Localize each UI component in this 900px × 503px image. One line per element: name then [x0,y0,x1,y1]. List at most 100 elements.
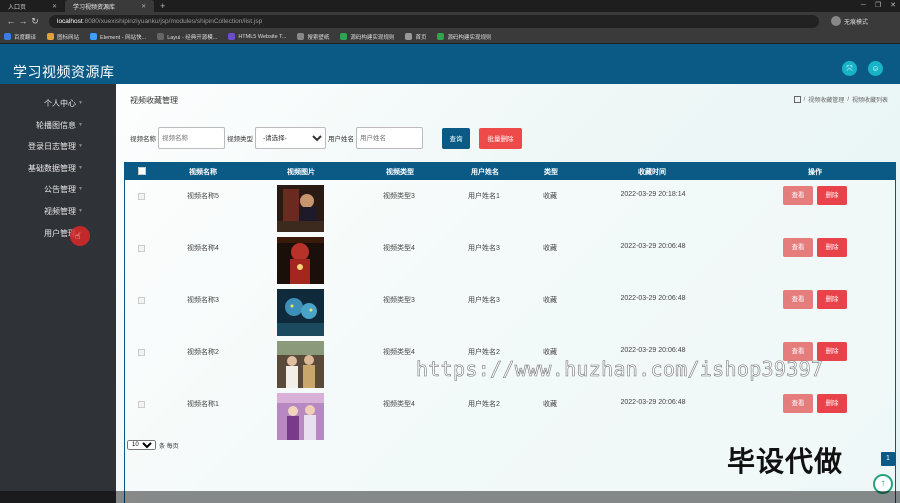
url-path: :8080/xuexishipinziyuanku/jsp/modules/sh… [82,17,263,25]
bookmark-item[interactable]: Element - 网站快... [90,33,146,41]
video-type-select[interactable]: -请选择- [255,127,326,149]
profile-badge[interactable]: 无痕模式 [831,16,868,26]
column-header: 类型 [544,169,558,176]
fullscreen-icon[interactable]: ⤧ [842,61,857,76]
batch-delete-button[interactable]: 批量删除 [479,127,522,149]
per-page-label: 条 每页 [159,443,179,450]
browser-tab[interactable]: 入口页 ✕ [0,0,65,12]
view-button[interactable]: 查看 [783,290,813,309]
bookmark-icon [297,33,305,40]
breadcrumb-item[interactable]: 视频收藏管理 [808,95,844,104]
bookmark-icon [4,33,11,40]
chevron-down-icon: ▼ [78,186,83,192]
back-icon[interactable]: ← [5,16,17,26]
video-type-cell: 视频类型3 [383,193,415,200]
reload-icon[interactable]: ↻ [29,16,41,27]
bookmark-item[interactable]: 源码构建实现规则 [437,33,491,41]
url-field[interactable]: localhost:8080/xuexishipinziyuanku/jsp/m… [49,14,819,28]
chevron-down-icon: ▼ [78,122,83,128]
bookmark-item[interactable]: 源码构建实现规则 [340,33,394,41]
query-button[interactable]: 查询 [442,127,470,149]
video-thumbnail [277,393,324,440]
close-icon[interactable]: ✕ [52,3,57,10]
view-button[interactable]: 查看 [783,238,813,257]
page-number-button[interactable]: 1 [881,452,895,466]
table-row: 视频名称4 视频类型4 用户姓名3 收藏 2022-03-29 20:06:48… [125,235,895,287]
select-all-checkbox[interactable] [138,167,146,175]
table-row: 视频名称3 视频类型3 用户姓名3 收藏 2022-03-29 20:06:48… [125,287,895,339]
delete-button[interactable]: 删除 [817,290,847,309]
video-thumbnail [277,289,324,336]
user-name-cell: 用户姓名2 [468,349,500,356]
home-icon[interactable] [793,96,801,103]
delete-button[interactable]: 删除 [817,238,847,257]
bookmark-icon [90,33,98,40]
user-name-input[interactable] [356,127,423,149]
close-icon[interactable]: ✕ [141,3,146,10]
breadcrumb-item: 视频收藏列表 [851,98,888,104]
row-checkbox[interactable] [138,401,145,408]
view-button[interactable]: 查看 [783,394,813,413]
sidebar-item-user[interactable]: 用户管理▼ [0,228,116,246]
stamp-text: 毕设代做 [727,446,844,477]
user-icon[interactable]: ☺ [868,61,883,76]
page-size-select[interactable]: 10 [127,440,156,450]
bookmark-item[interactable]: 图标网站 [47,33,79,41]
delete-button[interactable]: 删除 [817,394,847,413]
bookmark-item[interactable]: 搜索壁纸 [297,33,329,41]
time-cell: 2022-03-29 20:06:48 [620,295,686,302]
video-thumbnail [277,341,324,388]
breadcrumb: / 视频收藏管理 / 视频收藏列表 [793,95,888,104]
time-cell: 2022-03-29 20:06:48 [620,399,686,406]
bookmark-item[interactable]: HTML5 Website T... [228,33,286,40]
chevron-down-icon: ▼ [78,165,83,171]
bookmark-icon [228,33,236,40]
close-window-icon[interactable]: ✕ [890,0,896,12]
browser-tab-active[interactable]: 学习视频资源库 ✕ [65,0,155,12]
column-header: 视频类型 [386,169,414,176]
sidebar-item-personal-center[interactable]: 个人中心 ▼ [0,98,116,116]
forward-icon[interactable]: → [17,16,29,26]
video-name-cell: 视频名称5 [187,193,219,200]
sidebar-item-login-log[interactable]: 登录日志管理 ▼ [0,141,116,159]
bookmark-icon [47,33,55,40]
column-header: 用户姓名 [471,169,499,176]
bookmark-icon [437,33,445,40]
chevron-down-icon: ▼ [78,100,83,106]
row-checkbox[interactable] [138,245,145,252]
sidebar-item-basic-data[interactable]: 基础数据管理 ▼ [0,163,116,181]
video-thumbnail [277,237,324,284]
kind-cell: 收藏 [543,297,557,304]
row-checkbox[interactable] [138,193,145,200]
sidebar: 个人中心 ▼ 轮播图信息 ▼ 登录日志管理 ▼ 基础数据管理 ▼ 公告管理 ▼ 视频管理 ▼… [0,84,116,503]
kind-cell: 收藏 [543,245,557,252]
video-name-label: 视频名称 [130,136,156,143]
view-button[interactable]: 查看 [783,186,813,205]
column-header: 收藏时间 [638,169,666,176]
maximize-icon[interactable]: ❐ [875,0,881,12]
sidebar-item-video[interactable]: 视频管理 ▼ [0,206,116,224]
bottom-bar [0,491,900,503]
delete-button[interactable]: 删除 [817,186,847,205]
user-name-cell: 用户姓名3 [468,245,500,252]
row-checkbox[interactable] [138,349,145,356]
time-cell: 2022-03-29 20:06:48 [620,347,686,354]
bookmark-item[interactable]: 百度翻译 [4,33,36,41]
pagination-size: 10 条 每页 [127,440,179,450]
time-cell: 2022-03-29 20:06:48 [620,243,686,250]
video-name-input[interactable] [158,127,225,149]
sidebar-item-carousel[interactable]: 轮播图信息 ▼ [0,120,116,138]
browser-tab-bar: 入口页 ✕ 学习视频资源库 ✕ + ─ ❐ ✕ [0,0,900,12]
new-tab-icon[interactable]: + [154,1,171,11]
row-checkbox[interactable] [138,297,145,304]
kind-cell: 收藏 [543,401,557,408]
bookmark-item[interactable]: Layui - 经典开源模... [157,33,217,41]
sidebar-item-notice[interactable]: 公告管理 ▼ [0,184,116,202]
search-form: 视频名称 视频类型 -请选择- 用户姓名 查询 批量删除 [130,127,522,149]
chevron-down-icon: ▼ [78,208,83,214]
bookmark-item[interactable]: 首页 [405,33,426,41]
kind-cell: 收藏 [543,193,557,200]
column-header: 操作 [808,169,822,176]
video-name-cell: 视频名称2 [187,349,219,356]
minimize-icon[interactable]: ─ [861,0,866,12]
